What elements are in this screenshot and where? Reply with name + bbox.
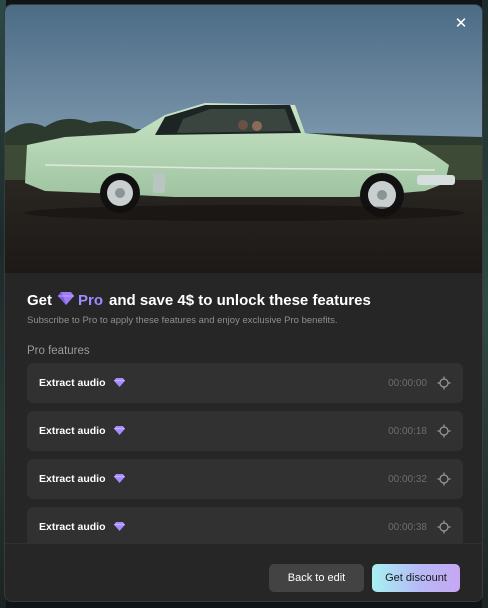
feature-timestamp: 00:00:18 bbox=[388, 425, 427, 437]
diamond-icon bbox=[113, 518, 125, 536]
feature-row[interactable]: Extract audio 00:00:38 bbox=[27, 507, 463, 543]
pro-label: Pro bbox=[78, 291, 104, 309]
diamond-icon bbox=[58, 291, 75, 309]
feature-timestamp: 00:00:00 bbox=[388, 377, 427, 389]
dialog-header: Get Pro and save 4$ to unlock these feat… bbox=[27, 289, 467, 359]
diamond-icon bbox=[113, 470, 125, 488]
vintage-car-photo bbox=[5, 5, 482, 273]
locate-icon[interactable] bbox=[437, 472, 451, 486]
diamond-icon bbox=[113, 374, 125, 392]
feature-list: Extract audio 00:00:00 Extract audio 00:… bbox=[27, 363, 463, 543]
diamond-icon bbox=[113, 422, 125, 440]
feature-name: Extract audio bbox=[39, 425, 106, 437]
locate-icon[interactable] bbox=[437, 520, 451, 534]
subtitle: Subscribe to Pro to apply these features… bbox=[27, 315, 338, 326]
feature-timestamp: 00:00:38 bbox=[388, 521, 427, 533]
feature-row[interactable]: Extract audio 00:00:32 bbox=[27, 459, 463, 499]
feature-row[interactable]: Extract audio 00:00:00 bbox=[27, 363, 463, 403]
feature-timestamp: 00:00:32 bbox=[388, 473, 427, 485]
hero-image bbox=[5, 5, 482, 273]
get-discount-button[interactable]: Get discount bbox=[372, 564, 460, 592]
section-title: Pro features bbox=[27, 345, 90, 357]
headline: Get Pro and save 4$ to unlock these feat… bbox=[27, 289, 467, 311]
feature-row[interactable]: Extract audio 00:00:18 bbox=[27, 411, 463, 451]
headline-prefix: Get bbox=[27, 291, 53, 309]
locate-icon[interactable] bbox=[437, 424, 451, 438]
feature-name: Extract audio bbox=[39, 473, 106, 485]
close-button[interactable]: ✕ bbox=[450, 13, 472, 35]
feature-name: Extract audio bbox=[39, 521, 106, 533]
back-to-edit-button[interactable]: Back to edit bbox=[269, 564, 364, 592]
pro-upgrade-dialog: ✕ Get Pro and save 4$ to unlock these fe… bbox=[4, 4, 483, 602]
headline-suffix: and save 4$ to unlock these features bbox=[109, 291, 371, 309]
locate-icon[interactable] bbox=[437, 376, 451, 390]
close-icon: ✕ bbox=[454, 15, 468, 32]
feature-name: Extract audio bbox=[39, 377, 106, 389]
dialog-footer: Back to edit Get discount bbox=[5, 543, 482, 601]
